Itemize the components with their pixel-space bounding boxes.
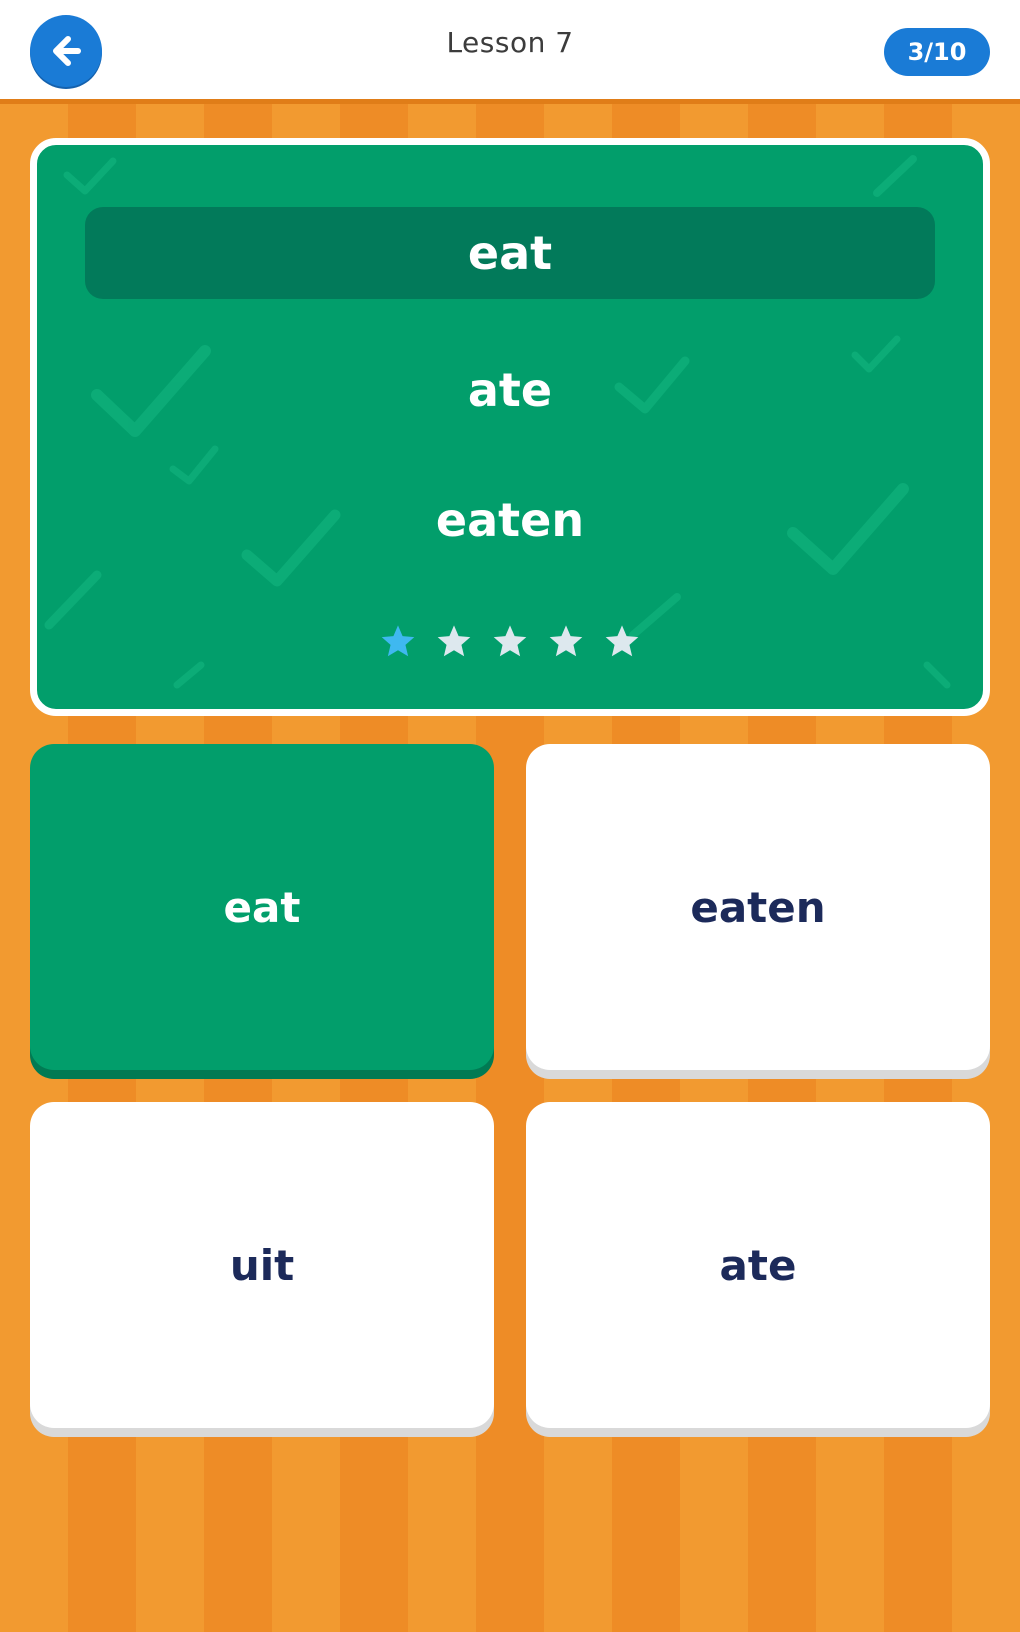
progress-badge: 3/10 bbox=[884, 28, 990, 76]
answer-option-ate[interactable]: ate bbox=[526, 1102, 990, 1428]
past-participle-form: eaten bbox=[435, 493, 585, 547]
star-rating bbox=[37, 623, 983, 661]
top-bar: Lesson 7 3/10 bbox=[0, 0, 1020, 104]
answer-option-eat[interactable]: eat bbox=[30, 744, 494, 1070]
prompt-card: eat ate eaten bbox=[30, 138, 990, 716]
answer-option-eaten[interactable]: eaten bbox=[526, 744, 990, 1070]
star-icon bbox=[437, 625, 471, 657]
star-icon bbox=[381, 625, 415, 657]
star-icon bbox=[605, 625, 639, 657]
lesson-title: Lesson 7 bbox=[446, 26, 574, 59]
base-word-pill: eat bbox=[85, 207, 935, 299]
star-icon bbox=[493, 625, 527, 657]
past-simple-form: ate bbox=[467, 363, 553, 417]
answer-option-uit[interactable]: uit bbox=[30, 1102, 494, 1428]
star-icon bbox=[549, 625, 583, 657]
